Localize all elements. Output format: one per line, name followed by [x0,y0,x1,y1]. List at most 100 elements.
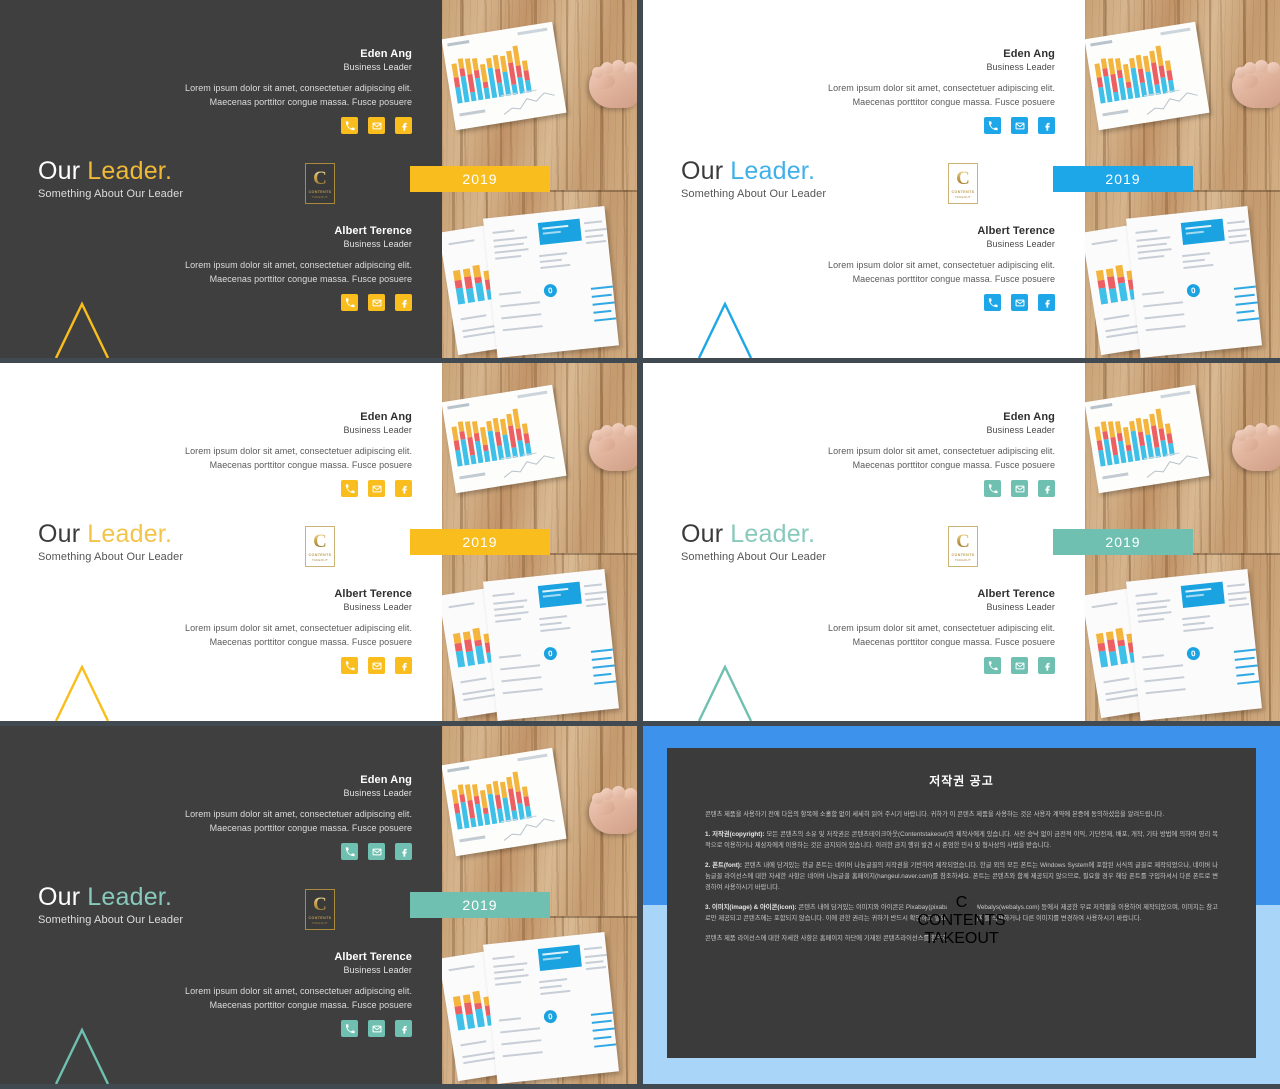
person-role: Business Leader [343,602,412,612]
phone-icon[interactable] [984,117,1001,134]
chart-bar-segment [1098,86,1106,104]
social-icon-row [805,294,1055,311]
person-card-1[interactable]: Eden Ang Business Leader Lorem ipsum dol… [805,411,1055,497]
slide-light-teal[interactable]: 0 2019 Our Leader. Something About Our L… [643,363,1280,721]
copyright-intro: 콘텐츠 제품을 사용하기 전에 다음의 항목에 소홀함 없이 세세히 읽어 주시… [705,811,1165,818]
year-badge[interactable]: 2019 [1053,529,1193,555]
chart-bar-segment [1142,418,1151,436]
slide-cell[interactable]: 0 2019 Our Leader. Something About Our L… [0,0,637,363]
copyright-slide-cell[interactable]: 저작권 공고 콘텐츠 제품을 사용하기 전에 다음의 항목에 소홀함 없이 세세히… [643,726,1280,1089]
person-card-2[interactable]: Albert Terence Business Leader Lorem ips… [162,588,412,674]
phone-icon[interactable] [341,843,358,860]
copyright-section-label: 2. 폰트(font): [705,862,742,869]
person-card-2[interactable]: Albert Terence Business Leader Lorem ips… [805,225,1055,311]
year-badge[interactable]: 2019 [410,892,550,918]
facebook-icon[interactable] [395,657,412,674]
mail-icon[interactable] [368,657,385,674]
phone-icon[interactable] [984,480,1001,497]
photo-desk-resume: 0 [1085,190,1280,358]
person-description: Lorem ipsum dolor sit amet, consectetuer… [185,83,412,107]
slide-dark-teal[interactable]: 0 2019 Our Leader. Something About Our L… [0,726,637,1084]
chart-bar-segment [492,417,500,433]
logo-letter: C [955,893,968,911]
person-name: Albert Terence [334,951,412,963]
person-description: Lorem ipsum dolor sit amet, consectetuer… [828,83,1055,107]
year-badge-label: 2019 [1105,171,1141,187]
logo-letter: C [956,530,970,552]
facebook-icon[interactable] [395,1020,412,1037]
phone-icon[interactable] [341,294,358,311]
copyright-section: 2. 폰트(font): 콘텐츠 내에 담겨있는 한글 폰트는 네이버 나눔글꼴… [705,860,1218,893]
facebook-icon[interactable] [1038,480,1055,497]
person-card-2[interactable]: Albert Terence Business Leader Lorem ips… [162,225,412,311]
slide-cell[interactable]: 0 2019 Our Leader. Something About Our L… [643,0,1280,363]
facebook-icon[interactable] [1038,117,1055,134]
title-word-our: Our [681,520,724,548]
person-card-1[interactable]: Eden Ang Business Leader Lorem ipsum dol… [162,774,412,860]
mail-icon[interactable] [1011,480,1028,497]
chart-bar-segment [492,54,500,70]
resume-header-badge [1180,581,1225,608]
phone-icon[interactable] [341,657,358,674]
title-word-our: Our [681,157,724,185]
slide-dark-yellow[interactable]: 0 2019 Our Leader. Something About Our L… [0,0,637,358]
person-card-1[interactable]: Eden Ang Business Leader Lorem ipsum dol… [805,48,1055,134]
person-card-2[interactable]: Albert Terence Business Leader Lorem ips… [805,588,1055,674]
facebook-icon[interactable] [395,294,412,311]
mail-icon[interactable] [368,1020,385,1037]
slide-cell[interactable]: 0 2019 Our Leader. Something About Our L… [643,363,1280,726]
brand-logo: C CONTENTS TAKEOUT [918,894,1006,947]
phone-icon[interactable] [341,117,358,134]
chart-bar-segment [451,789,459,804]
person-card-1[interactable]: Eden Ang Business Leader Lorem ipsum dol… [162,48,412,134]
slide-cell[interactable]: 0 2019 Our Leader. Something About Our L… [0,726,637,1089]
hand-photo [1222,56,1280,118]
chart-bar-segment [465,1014,476,1029]
phone-icon[interactable] [341,480,358,497]
facebook-icon[interactable] [395,843,412,860]
mail-icon[interactable] [368,843,385,860]
person-description: Lorem ipsum dolor sit amet, consectetuer… [185,260,412,284]
bar-chart-document [1085,21,1210,131]
brand-logo: C CONTENTS TAKEOUT [305,889,335,930]
photo-desk-resume: 0 [442,553,637,721]
facebook-icon[interactable] [395,117,412,134]
facebook-icon[interactable] [1038,294,1055,311]
year-badge[interactable]: 2019 [1053,166,1193,192]
facebook-icon[interactable] [1038,657,1055,674]
person-name: Eden Ang [1003,48,1055,60]
mail-icon[interactable] [1011,117,1028,134]
year-badge[interactable]: 2019 [410,166,550,192]
resume-avatar-icon: 0 [1186,646,1201,661]
chart-bar-segment [470,454,477,465]
chart-bar-segment [1108,288,1119,303]
chevron-up-icon [695,661,755,721]
person-card-1[interactable]: Eden Ang Business Leader Lorem ipsum dol… [162,411,412,497]
brand-logo: C CONTENTS TAKEOUT [305,163,335,204]
resume-header-badge [1180,218,1225,245]
chart-bar-segment [471,421,479,434]
slide-light-yellow[interactable]: 0 2019 Our Leader. Something About Our L… [0,363,637,721]
year-badge-label: 2019 [462,171,498,187]
mail-icon[interactable] [368,117,385,134]
slide-cell[interactable]: 0 2019 Our Leader. Something About Our L… [0,363,637,726]
mail-icon[interactable] [1011,294,1028,311]
logo-word-takeout: TAKEOUT [311,557,329,562]
chart-bar-segment [512,45,521,67]
year-badge[interactable]: 2019 [410,529,550,555]
photo-desk-chart [1085,363,1280,553]
person-name: Albert Terence [977,225,1055,237]
person-description: Lorem ipsum dolor sit amet, consectetuer… [185,446,412,470]
person-card-2[interactable]: Albert Terence Business Leader Lorem ips… [162,951,412,1037]
phone-icon[interactable] [984,657,1001,674]
facebook-icon[interactable] [395,480,412,497]
phone-icon[interactable] [984,294,1001,311]
mail-icon[interactable] [368,294,385,311]
resume-header-badge [537,581,582,608]
logo-word-contents: CONTENTS [308,552,332,557]
slide-light-blue[interactable]: 0 2019 Our Leader. Something About Our L… [643,0,1280,358]
phone-icon[interactable] [341,1020,358,1037]
photo-desk-resume: 0 [442,190,637,358]
mail-icon[interactable] [368,480,385,497]
mail-icon[interactable] [1011,657,1028,674]
